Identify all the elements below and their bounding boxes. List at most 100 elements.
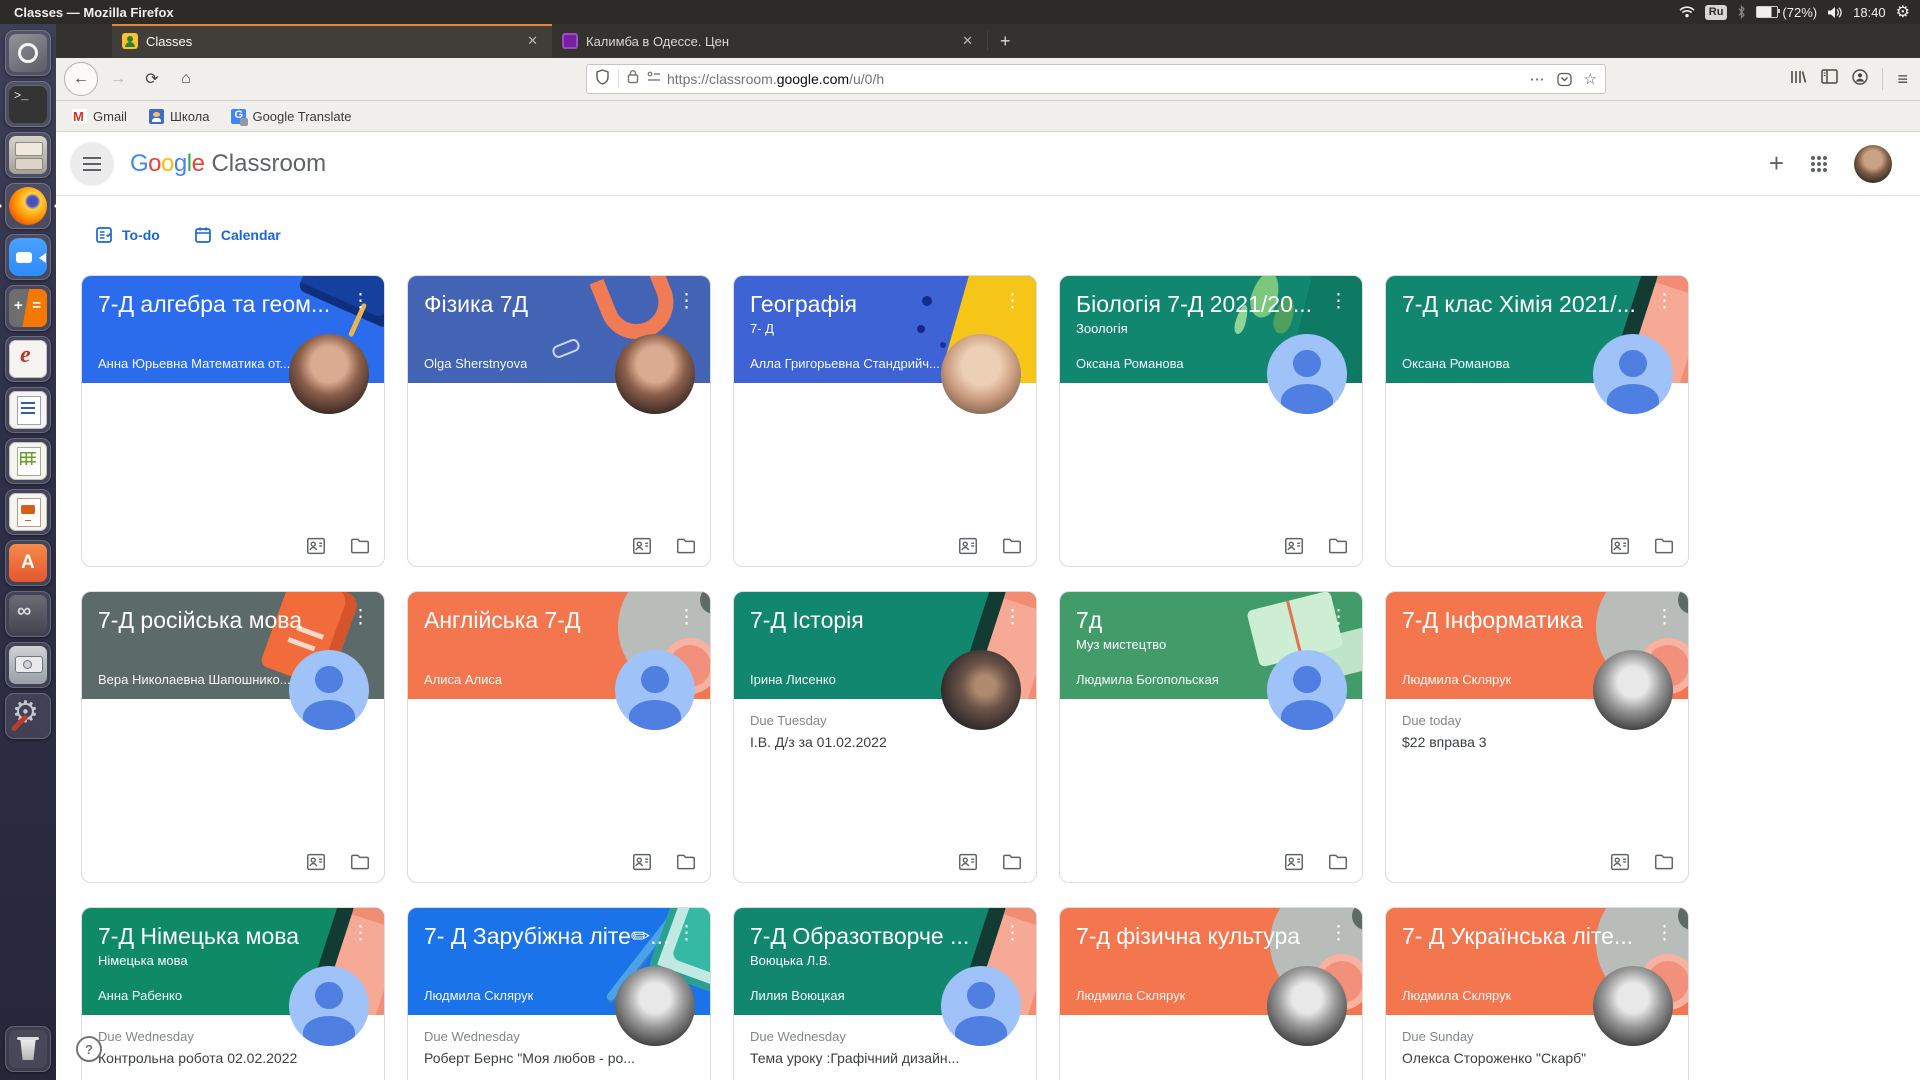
menu-icon[interactable]: ≡ bbox=[1897, 69, 1908, 90]
dock-item-silver-app[interactable] bbox=[5, 591, 51, 637]
dock-item-libreoffice-writer[interactable] bbox=[5, 387, 51, 433]
reload-button[interactable]: ⟳ bbox=[138, 65, 166, 93]
class-card[interactable]: 7-Д Історія Ірина Лисенко ⋮ Due Tuesday … bbox=[733, 591, 1037, 883]
battery-indicator[interactable]: (72%) bbox=[1756, 5, 1817, 20]
open-folder-icon[interactable] bbox=[1326, 534, 1350, 558]
help-button[interactable]: ? bbox=[76, 1036, 102, 1062]
class-card[interactable]: 7-д фізична культура Людмила Склярук ⋮ bbox=[1059, 907, 1363, 1080]
class-card-title[interactable]: 7-Д Образотворче ... bbox=[750, 922, 1000, 950]
back-button[interactable]: ← bbox=[64, 62, 98, 96]
create-or-join-button[interactable]: + bbox=[1769, 148, 1784, 179]
class-card[interactable]: 7- Д Зарубіжна літе✏... Людмила Склярук … bbox=[407, 907, 711, 1080]
class-card-title[interactable]: Географія bbox=[750, 290, 1000, 318]
class-card[interactable]: 7-Д клас Хімія 2021/... Оксана Романова … bbox=[1385, 275, 1689, 567]
new-tab-button[interactable]: + bbox=[988, 24, 1023, 58]
due-assignment-link[interactable]: Тема уроку :Графічний дизайн... bbox=[750, 1050, 1020, 1066]
volume-icon[interactable] bbox=[1827, 6, 1843, 19]
dock-item-libreoffice-impress[interactable] bbox=[5, 489, 51, 535]
class-card-title[interactable]: 7-д фізична культура bbox=[1076, 922, 1326, 950]
open-gradebook-icon[interactable] bbox=[956, 534, 980, 558]
class-card-title[interactable]: 7-Д клас Хімія 2021/... bbox=[1402, 290, 1652, 318]
class-card-title[interactable]: 7- Д Українська літе... bbox=[1402, 922, 1652, 950]
card-more-menu-button[interactable]: ⋮ bbox=[343, 288, 378, 315]
class-card[interactable]: Біологія 7-Д 2021/20... Зоологія Оксана … bbox=[1059, 275, 1363, 567]
dock-item-zoom-app[interactable] bbox=[5, 234, 51, 280]
bookmark-google-translate[interactable]: Google Translate bbox=[231, 109, 351, 124]
calendar-link[interactable]: Calendar bbox=[194, 226, 281, 244]
clock[interactable]: 18:40 bbox=[1853, 5, 1886, 20]
class-card[interactable]: Фізика 7Д Olga Sherstnyova ⋮ bbox=[407, 275, 711, 567]
class-card-title[interactable]: 7-Д російська мова bbox=[98, 606, 348, 634]
library-icon[interactable] bbox=[1790, 69, 1807, 90]
dock-item-libreoffice-calc[interactable] bbox=[5, 438, 51, 484]
dock-item-document-viewer[interactable] bbox=[5, 336, 51, 382]
url-bar[interactable]: https://classroom.google.com/u/0/h ⋯ ☆ bbox=[586, 64, 1606, 94]
open-gradebook-icon[interactable] bbox=[1282, 850, 1306, 874]
due-assignment-link[interactable]: Олекса Стороженко "Скарб" bbox=[1402, 1050, 1672, 1066]
class-card[interactable]: 7- Д Українська літе... Людмила Склярук … bbox=[1385, 907, 1689, 1080]
open-folder-icon[interactable] bbox=[1652, 534, 1676, 558]
due-assignment-link[interactable]: Контрольна робота 02.02.2022 bbox=[98, 1050, 368, 1066]
open-folder-icon[interactable] bbox=[674, 534, 698, 558]
dock-item-disks[interactable] bbox=[5, 642, 51, 688]
due-assignment-link[interactable]: І.В. Д/з за 01.02.2022 bbox=[750, 734, 1020, 750]
class-card[interactable]: Англійська 7-Д Алиса Алиса ⋮ bbox=[407, 591, 711, 883]
tracking-shield-icon[interactable] bbox=[595, 69, 610, 90]
card-more-menu-button[interactable]: ⋮ bbox=[995, 604, 1030, 631]
class-card-title[interactable]: 7- Д Зарубіжна літе✏... bbox=[424, 922, 674, 950]
pocket-icon[interactable] bbox=[1557, 72, 1572, 87]
google-apps-icon[interactable] bbox=[1810, 155, 1828, 173]
bookmark-school[interactable]: Школа bbox=[149, 109, 210, 124]
class-card[interactable]: Географія 7- Д Алла Григорьевна Стандрий… bbox=[733, 275, 1037, 567]
class-card-title[interactable]: Англійська 7-Д bbox=[424, 606, 674, 634]
account-icon[interactable] bbox=[1852, 69, 1868, 90]
open-folder-icon[interactable] bbox=[674, 850, 698, 874]
card-more-menu-button[interactable]: ⋮ bbox=[1321, 604, 1356, 631]
open-gradebook-icon[interactable] bbox=[956, 850, 980, 874]
main-menu-button[interactable] bbox=[70, 142, 114, 186]
open-gradebook-icon[interactable] bbox=[304, 534, 328, 558]
card-more-menu-button[interactable]: ⋮ bbox=[1647, 288, 1682, 315]
card-more-menu-button[interactable]: ⋮ bbox=[669, 920, 704, 947]
open-folder-icon[interactable] bbox=[348, 850, 372, 874]
open-folder-icon[interactable] bbox=[1652, 850, 1676, 874]
page-actions-icon[interactable]: ⋯ bbox=[1530, 70, 1545, 88]
dock-item-software-center[interactable] bbox=[5, 540, 51, 586]
card-more-menu-button[interactable]: ⋮ bbox=[1647, 604, 1682, 631]
card-more-menu-button[interactable]: ⋮ bbox=[343, 604, 378, 631]
class-card-title[interactable]: Фізика 7Д bbox=[424, 290, 674, 318]
dock-item-system-settings[interactable] bbox=[5, 693, 51, 739]
open-gradebook-icon[interactable] bbox=[1608, 850, 1632, 874]
open-folder-icon[interactable] bbox=[348, 534, 372, 558]
due-assignment-link[interactable]: $22 вправа 3 bbox=[1402, 734, 1672, 750]
open-gradebook-icon[interactable] bbox=[630, 534, 654, 558]
bluetooth-icon[interactable] bbox=[1737, 5, 1746, 19]
dock-item-ubuntu-dash[interactable] bbox=[5, 30, 51, 76]
class-card[interactable]: 7-Д Образотворче ... Воюцька Л.В. Лилия … bbox=[733, 907, 1037, 1080]
card-more-menu-button[interactable]: ⋮ bbox=[995, 920, 1030, 947]
url-text[interactable]: https://classroom.google.com/u/0/h bbox=[667, 71, 884, 87]
open-folder-icon[interactable] bbox=[1000, 850, 1024, 874]
dock-item-file-cabinet[interactable] bbox=[5, 132, 51, 178]
class-card-title[interactable]: 7д bbox=[1076, 606, 1326, 634]
open-gradebook-icon[interactable] bbox=[304, 850, 328, 874]
card-more-menu-button[interactable]: ⋮ bbox=[669, 288, 704, 315]
tab-classes[interactable]: Classes ✕ bbox=[112, 24, 552, 58]
bookmark-star-icon[interactable]: ☆ bbox=[1584, 70, 1597, 88]
open-gradebook-icon[interactable] bbox=[630, 850, 654, 874]
class-card[interactable]: 7-Д Інформатика Людмила Склярук ⋮ Due to… bbox=[1385, 591, 1689, 883]
forward-button[interactable]: → bbox=[104, 65, 132, 93]
todo-link[interactable]: To-do bbox=[95, 226, 160, 244]
tab-close-icon[interactable]: ✕ bbox=[523, 31, 542, 51]
keyboard-layout-indicator[interactable]: Ru bbox=[1705, 5, 1728, 20]
bookmark-gmail[interactable]: Gmail bbox=[72, 109, 127, 124]
class-card[interactable]: 7-Д російська мова Вера Николаевна Шапош… bbox=[81, 591, 385, 883]
account-avatar[interactable] bbox=[1854, 145, 1892, 183]
card-more-menu-button[interactable]: ⋮ bbox=[995, 288, 1030, 315]
class-card-title[interactable]: Біологія 7-Д 2021/20... bbox=[1076, 290, 1326, 318]
card-more-menu-button[interactable]: ⋮ bbox=[1321, 920, 1356, 947]
class-card-title[interactable]: 7-Д Інформатика bbox=[1402, 606, 1652, 634]
session-gear-icon[interactable]: ⚙ bbox=[1896, 2, 1910, 22]
class-card[interactable]: 7-Д Німецька мова Німецька мова Анна Раб… bbox=[81, 907, 385, 1080]
wifi-icon[interactable] bbox=[1679, 6, 1695, 18]
